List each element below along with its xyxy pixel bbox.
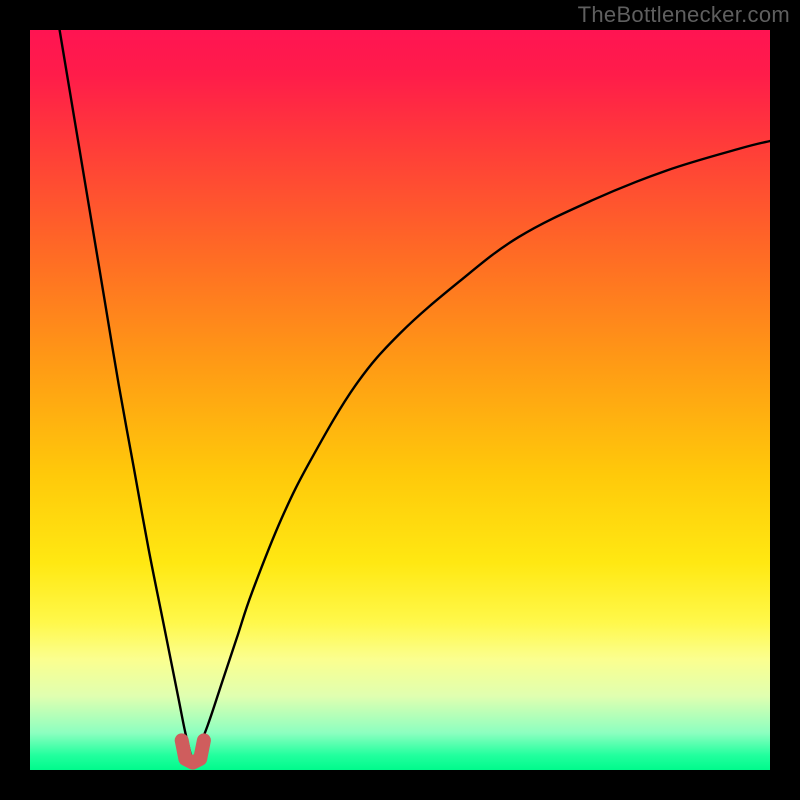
watermark-text: TheBottlenecker.com	[578, 2, 790, 28]
chart-frame: TheBottlenecker.com	[0, 0, 800, 800]
optimal-marker	[182, 740, 204, 762]
curve-layer	[30, 30, 770, 770]
curve-right-branch	[193, 141, 770, 763]
plot-area	[30, 30, 770, 770]
curve-left-branch	[60, 30, 193, 763]
